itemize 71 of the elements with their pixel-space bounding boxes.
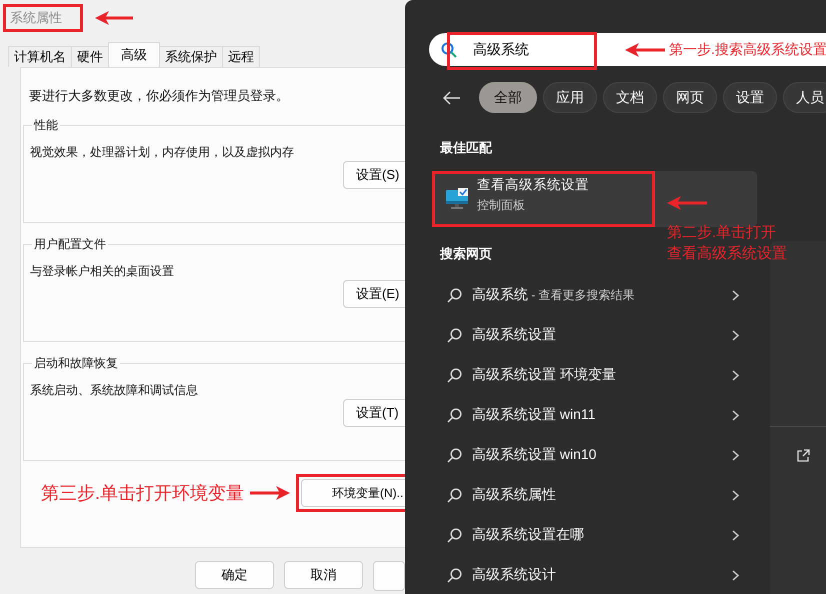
search-icon <box>447 488 462 502</box>
group-title: 启动和故障恢复 <box>33 355 119 372</box>
annotation-text: 查看高级系统设置 <box>667 244 787 264</box>
search-result[interactable]: 高级系统 - 查看更多搜索结果 <box>432 275 757 315</box>
annotation-arrow <box>625 42 665 56</box>
chevron-right-icon <box>732 530 739 540</box>
dialog-button[interactable]: 取消 <box>284 561 363 589</box>
search-icon <box>447 288 462 302</box>
chevron-right-icon <box>732 290 739 300</box>
settings-button[interactable]: 设置(S) <box>343 161 405 189</box>
tab[interactable]: 高级 <box>108 42 160 67</box>
monitor-icon <box>445 188 469 210</box>
filter-chip[interactable]: 文档 <box>603 82 657 113</box>
result-text: 高级系统设置在哪 <box>472 526 584 544</box>
filter-chip[interactable]: 人员 <box>783 82 826 113</box>
search-result[interactable]: 高级系统设置 环境变量 <box>432 355 757 395</box>
result-subtitle: 控制面板 <box>477 197 526 214</box>
group-title: 性能 <box>32 117 59 134</box>
result-text: 高级系统设置 win10 <box>472 446 596 464</box>
filter-chip[interactable]: 网页 <box>663 82 717 113</box>
annotation-arrow <box>667 196 707 210</box>
filter-chip[interactable]: 应用 <box>543 82 597 113</box>
admin-notice: 要进行大多数更改，你必须作为管理员登录。 <box>29 87 290 105</box>
chevron-right-icon <box>732 570 739 580</box>
chevron-right-icon <box>732 370 739 380</box>
result-text: 高级系统设置 <box>472 326 556 344</box>
result-text: 高级系统设置 环境变量 <box>472 366 616 384</box>
section-heading: 搜索网页 <box>440 245 492 263</box>
filter-chip[interactable]: 全部 <box>479 82 537 113</box>
group-description: 系统启动、系统故障和调试信息 <box>30 382 199 399</box>
section-heading: 最佳匹配 <box>440 139 492 157</box>
search-icon <box>441 42 457 58</box>
environment-variables-button[interactable]: 环境变量(N).. <box>301 479 405 507</box>
tab[interactable]: 远程 <box>222 46 260 67</box>
search-icon <box>447 368 462 382</box>
window-title: 系统属性 <box>10 10 62 24</box>
search-result[interactable]: 高级系统设置 win11 <box>432 395 757 435</box>
search-icon <box>447 408 462 422</box>
filter-chip[interactable]: 设置 <box>723 82 777 113</box>
annotation-arrow <box>95 10 133 24</box>
back-arrow-icon[interactable] <box>443 90 461 104</box>
result-text: 高级系统 - 查看更多搜索结果 <box>472 286 635 304</box>
group-description: 与登录帐户相关的桌面设置 <box>30 263 175 280</box>
annotation-text: 第一步.搜索高级系统设置 <box>669 40 826 58</box>
result-text: 高级系统属性 <box>472 486 556 504</box>
chevron-right-icon <box>732 450 739 460</box>
result-text: 高级系统设置 win11 <box>472 406 596 424</box>
search-result[interactable]: 高级系统设置在哪 <box>432 515 757 555</box>
chevron-right-icon <box>732 490 739 500</box>
group-description: 视觉效果，处理器计划，内存使用，以及虚拟内存 <box>30 144 295 161</box>
search-input[interactable]: 高级系统 <box>473 42 593 58</box>
annotation-text: 第三步.单击打开环境变量 <box>41 482 244 505</box>
result-text: 高级系统设计 <box>472 566 556 584</box>
search-icon <box>447 528 462 542</box>
search-result[interactable]: 高级系统属性 <box>432 475 757 515</box>
settings-button[interactable]: 设置(E) <box>343 280 405 308</box>
settings-button[interactable]: 设置(T) <box>343 399 405 427</box>
group-title: 用户配置文件 <box>33 236 107 253</box>
search-result[interactable]: 高级系统设置 win10 <box>432 435 757 475</box>
annotation-arrow <box>250 486 290 500</box>
search-result[interactable]: 高级系统设计 <box>432 555 757 594</box>
search-icon <box>447 448 462 462</box>
dialog-button[interactable]: 确定 <box>195 561 274 589</box>
chevron-right-icon <box>732 410 739 420</box>
result-title: 查看高级系统设置 <box>477 176 589 194</box>
chevron-right-icon <box>732 330 739 340</box>
open-external-icon[interactable] <box>796 449 810 463</box>
search-result[interactable]: 高级系统设置 <box>432 315 757 355</box>
search-icon <box>447 328 462 342</box>
search-icon <box>447 568 462 582</box>
tab[interactable]: 计算机名 <box>8 46 72 67</box>
